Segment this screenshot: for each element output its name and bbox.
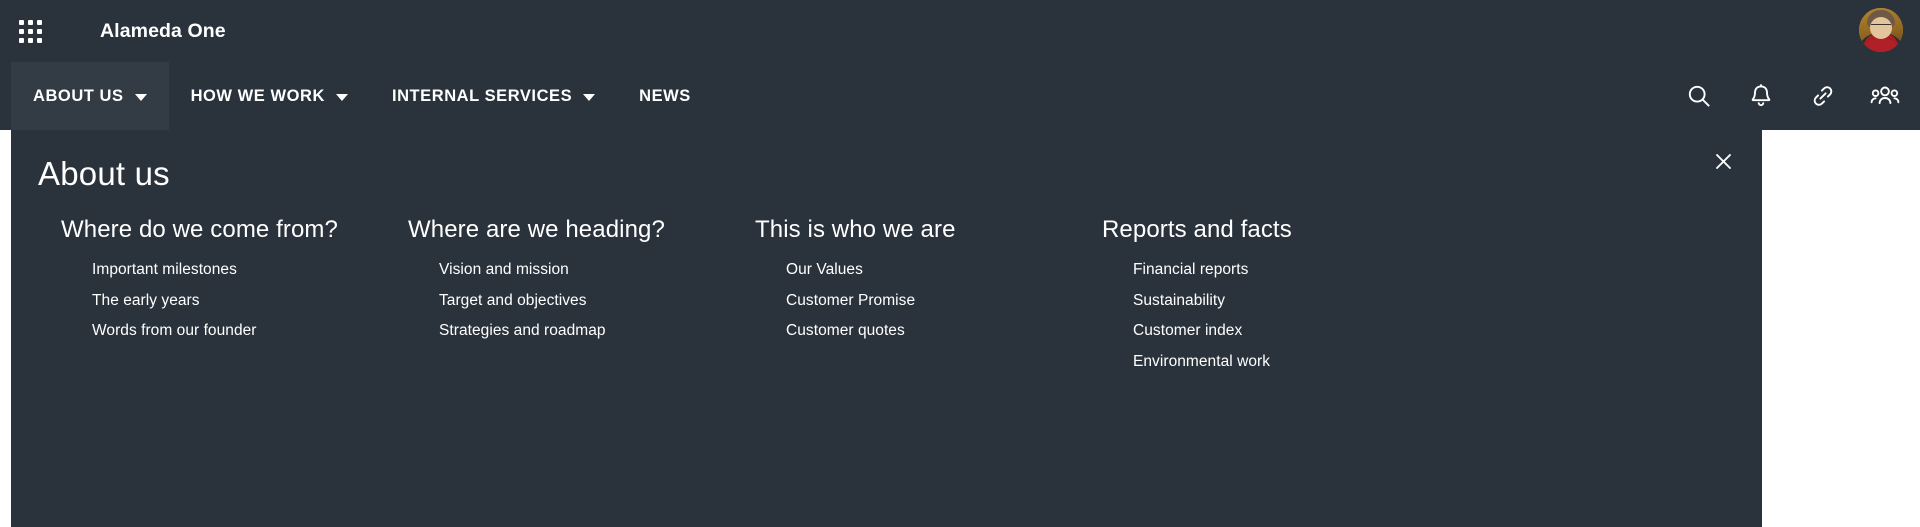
nav-item-label: ABOUT US — [33, 86, 124, 105]
page-body — [1762, 130, 1920, 527]
megamenu-link[interactable]: Target and objectives — [439, 286, 755, 317]
grid-dot — [27, 19, 33, 25]
nav-item-news[interactable]: NEWS — [617, 62, 713, 130]
megamenu-columns: Where do we come from? Important milesto… — [61, 216, 1742, 377]
megamenu-link-list: Vision and mission Target and objectives… — [408, 255, 755, 347]
grid-dot — [18, 28, 24, 34]
nav-icon-group — [1684, 62, 1900, 130]
megamenu-column-this-is-who-we-are: This is who we are Our Values Customer P… — [755, 216, 1102, 377]
nav-item-label: NEWS — [639, 86, 691, 105]
grid-dot — [18, 19, 24, 25]
chevron-down-icon — [583, 93, 596, 101]
megamenu-title: About us — [38, 155, 170, 192]
avatar[interactable] — [1859, 8, 1903, 52]
megamenu-link[interactable]: Financial reports — [1133, 255, 1449, 286]
brand-title[interactable]: Alameda One — [100, 0, 226, 62]
nav-item-label: HOW WE WORK — [190, 86, 325, 105]
avatar-glasses — [1871, 24, 1891, 29]
megamenu-link[interactable]: Important milestones — [92, 255, 408, 286]
megamenu-column-title[interactable]: Reports and facts — [1102, 216, 1449, 244]
nav-item-how-we-work[interactable]: HOW WE WORK — [169, 62, 370, 130]
megamenu-link[interactable]: Sustainability — [1133, 286, 1449, 317]
grid-dot — [36, 19, 42, 25]
grid-dot — [27, 28, 33, 34]
people-icon[interactable] — [1870, 81, 1900, 111]
nav-item-about-us[interactable]: ABOUT US — [11, 62, 169, 130]
megamenu-column-title[interactable]: Where are we heading? — [408, 216, 755, 244]
close-icon[interactable] — [1709, 147, 1737, 175]
grid-dot — [18, 37, 24, 43]
grid-dot — [27, 37, 33, 43]
megamenu-column-reports-and-facts: Reports and facts Financial reports Sust… — [1102, 216, 1449, 377]
bell-icon[interactable] — [1746, 81, 1776, 111]
link-icon[interactable] — [1808, 81, 1838, 111]
nav-items: ABOUT US HOW WE WORK INTERNAL SERVICES N… — [0, 62, 713, 130]
megamenu-column-title[interactable]: This is who we are — [755, 216, 1102, 244]
megamenu-link[interactable]: The early years — [92, 286, 408, 317]
grid-dot — [36, 28, 42, 34]
megamenu-link[interactable]: Customer quotes — [786, 316, 1102, 347]
main-navigation-bar: ABOUT US HOW WE WORK INTERNAL SERVICES N… — [0, 62, 1920, 130]
megamenu-link[interactable]: Customer index — [1133, 316, 1449, 347]
app-root: Alameda One ABOUT US HOW WE WORK INTERNA… — [0, 0, 1920, 527]
megamenu-column-title[interactable]: Where do we come from? — [61, 216, 408, 244]
megamenu-link[interactable]: Strategies and roadmap — [439, 316, 755, 347]
megamenu-link[interactable]: Vision and mission — [439, 255, 755, 286]
megamenu-column-where-are-we-heading: Where are we heading? Vision and mission… — [408, 216, 755, 377]
megamenu-link-list: Important milestones The early years Wor… — [61, 255, 408, 347]
megamenu-link[interactable]: Environmental work — [1133, 347, 1449, 378]
grid-apps-icon[interactable] — [13, 14, 47, 48]
avatar-shirt — [1865, 39, 1897, 52]
search-icon[interactable] — [1684, 81, 1714, 111]
nav-item-label: INTERNAL SERVICES — [391, 86, 573, 105]
megamenu-column-where-do-we-come-from: Where do we come from? Important milesto… — [61, 216, 408, 377]
megamenu-link[interactable]: Our Values — [786, 255, 1102, 286]
nav-item-internal-services[interactable]: INTERNAL SERVICES — [370, 62, 617, 130]
chevron-down-icon — [335, 93, 348, 101]
megamenu-link[interactable]: Words from our founder — [92, 316, 408, 347]
grid-dot — [36, 37, 42, 43]
top-utility-bar: Alameda One — [0, 0, 1920, 62]
megamenu-panel-about-us: About us Where do we come from? Importan… — [11, 130, 1762, 527]
megamenu-link-list: Financial reports Sustainability Custome… — [1102, 255, 1449, 377]
chevron-down-icon — [134, 93, 147, 101]
megamenu-link[interactable]: Customer Promise — [786, 286, 1102, 317]
megamenu-link-list: Our Values Customer Promise Customer quo… — [755, 255, 1102, 347]
